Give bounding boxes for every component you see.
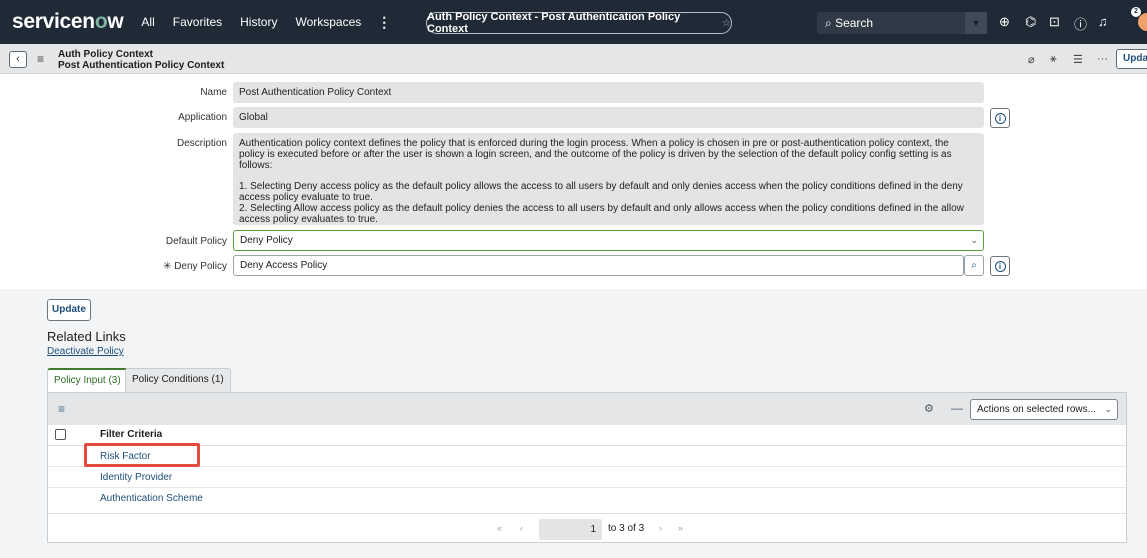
chat-icon[interactable]: ⌬: [1025, 14, 1036, 30]
update-button[interactable]: Update: [47, 299, 91, 321]
application-info-button[interactable]: i: [990, 108, 1010, 128]
nav-history[interactable]: History: [240, 15, 277, 29]
tab-policy-input[interactable]: Policy Input (3): [47, 368, 128, 392]
search-icon: ⌕: [825, 15, 836, 30]
list-toolbar: ≡ ⚙ — Actions on selected rows... ⌄: [48, 393, 1126, 425]
description-label: Description: [176, 138, 227, 149]
default-policy-value: Deny Policy: [240, 235, 293, 246]
previous-page-icon[interactable]: ‹: [520, 523, 523, 533]
activity-icon[interactable]: ⚹: [1050, 53, 1057, 66]
chevron-down-icon: ⌄: [1104, 404, 1112, 414]
deny-policy-reference-field[interactable]: Deny Access Policy: [233, 255, 964, 276]
more-actions-icon[interactable]: ···: [1097, 53, 1108, 65]
page-range-text: to 3 of 3: [608, 523, 645, 534]
globe-icon[interactable]: ⊕: [999, 14, 1010, 30]
info-icon: i: [994, 260, 1006, 272]
description-paragraph-2: 1. Selecting Deny access policy as the d…: [239, 181, 964, 225]
favorite-star-icon[interactable]: ☆: [722, 18, 731, 29]
description-field[interactable]: Authentication policy context defines th…: [233, 133, 984, 225]
deactivate-policy-link[interactable]: Deactivate Policy: [47, 346, 124, 357]
application-label: Application: [178, 112, 227, 123]
info-icon: i: [994, 112, 1006, 124]
more-menu-icon[interactable]: ⋮: [377, 14, 391, 31]
servicenow-logo[interactable]: servicenow: [12, 10, 124, 34]
nav-workspaces[interactable]: Workspaces: [295, 15, 361, 29]
table-name: Auth Policy Context: [58, 49, 154, 60]
page-number-input[interactable]: 1: [539, 519, 602, 540]
settings-sliders-icon[interactable]: ☰: [1073, 53, 1083, 66]
table-row: Identity Provider: [48, 467, 1126, 488]
select-all-checkbox[interactable]: [55, 429, 66, 440]
actions-select-value: Actions on selected rows...: [977, 404, 1096, 415]
collapse-icon[interactable]: —: [951, 401, 963, 415]
column-header-row: Filter Criteria: [48, 425, 1126, 446]
search-scope-dropdown-icon[interactable]: ▼: [965, 12, 987, 34]
form-menu-icon[interactable]: ≡: [37, 52, 44, 66]
attachment-icon[interactable]: ⌀: [1028, 53, 1035, 66]
next-page-icon[interactable]: ›: [659, 523, 662, 533]
description-paragraph-1: Authentication policy context defines th…: [239, 138, 952, 171]
search-placeholder: Search: [835, 15, 874, 30]
tab-policy-conditions[interactable]: Policy Conditions (1): [125, 368, 231, 392]
highlight-annotation-box: [84, 443, 200, 467]
global-search[interactable]: ⌕ Search ▼: [817, 12, 987, 34]
row-link-authentication-scheme[interactable]: Authentication Scheme: [100, 493, 203, 504]
name-label: Name: [200, 87, 227, 98]
pagination: « ‹ 1 to 3 of 3 › »: [48, 513, 1126, 543]
context-title: Auth Policy Context - Post Authenticatio…: [427, 11, 681, 35]
application-field[interactable]: Global: [233, 107, 984, 128]
layout-icon[interactable]: ⊡: [1049, 14, 1060, 30]
deny-policy-label: ✳ Deny Policy: [163, 261, 227, 272]
table-row: Risk Factor: [48, 446, 1126, 467]
required-icon: ✳: [163, 261, 172, 272]
name-field[interactable]: Post Authentication Policy Context: [233, 82, 984, 103]
last-page-icon[interactable]: »: [678, 523, 683, 533]
row-link-identity-provider[interactable]: Identity Provider: [100, 472, 172, 483]
default-policy-select[interactable]: Deny Policy ⌄: [233, 230, 984, 251]
related-links-title: Related Links: [47, 329, 126, 344]
first-page-icon[interactable]: «: [497, 523, 502, 533]
notifications-icon[interactable]: ♫: [1098, 14, 1108, 29]
context-title-pill[interactable]: Auth Policy Context - Post Authenticatio…: [426, 11, 732, 35]
lookup-search-icon[interactable]: ⌕: [964, 255, 984, 276]
help-icon[interactable]: ⓘ: [1074, 14, 1087, 33]
actions-select[interactable]: Actions on selected rows... ⌄: [970, 399, 1118, 420]
header-update-button[interactable]: Upda: [1116, 49, 1147, 69]
chevron-left-icon: ‹: [16, 53, 20, 65]
column-filter-criteria[interactable]: Filter Criteria: [100, 429, 162, 440]
gear-icon[interactable]: ⚙: [924, 402, 934, 415]
form-title: Auth Policy Context Post Authentication …: [58, 49, 224, 71]
nav-favorites[interactable]: Favorites: [173, 15, 222, 29]
deny-policy-info-button[interactable]: i: [990, 256, 1010, 276]
default-policy-label: Default Policy: [165, 236, 227, 247]
chevron-down-icon: ⌄: [970, 235, 978, 245]
back-button[interactable]: ‹: [9, 51, 27, 68]
related-list-panel: ≡ ⚙ — Actions on selected rows... ⌄ Filt…: [47, 392, 1127, 543]
form-header: ‹ ≡ Auth Policy Context Post Authenticat…: [0, 44, 1147, 74]
table-row: Authentication Scheme: [48, 488, 1126, 509]
nav-all[interactable]: All: [141, 15, 154, 29]
list-menu-icon[interactable]: ≡: [58, 402, 65, 416]
record-name: Post Authentication Policy Context: [58, 60, 225, 71]
